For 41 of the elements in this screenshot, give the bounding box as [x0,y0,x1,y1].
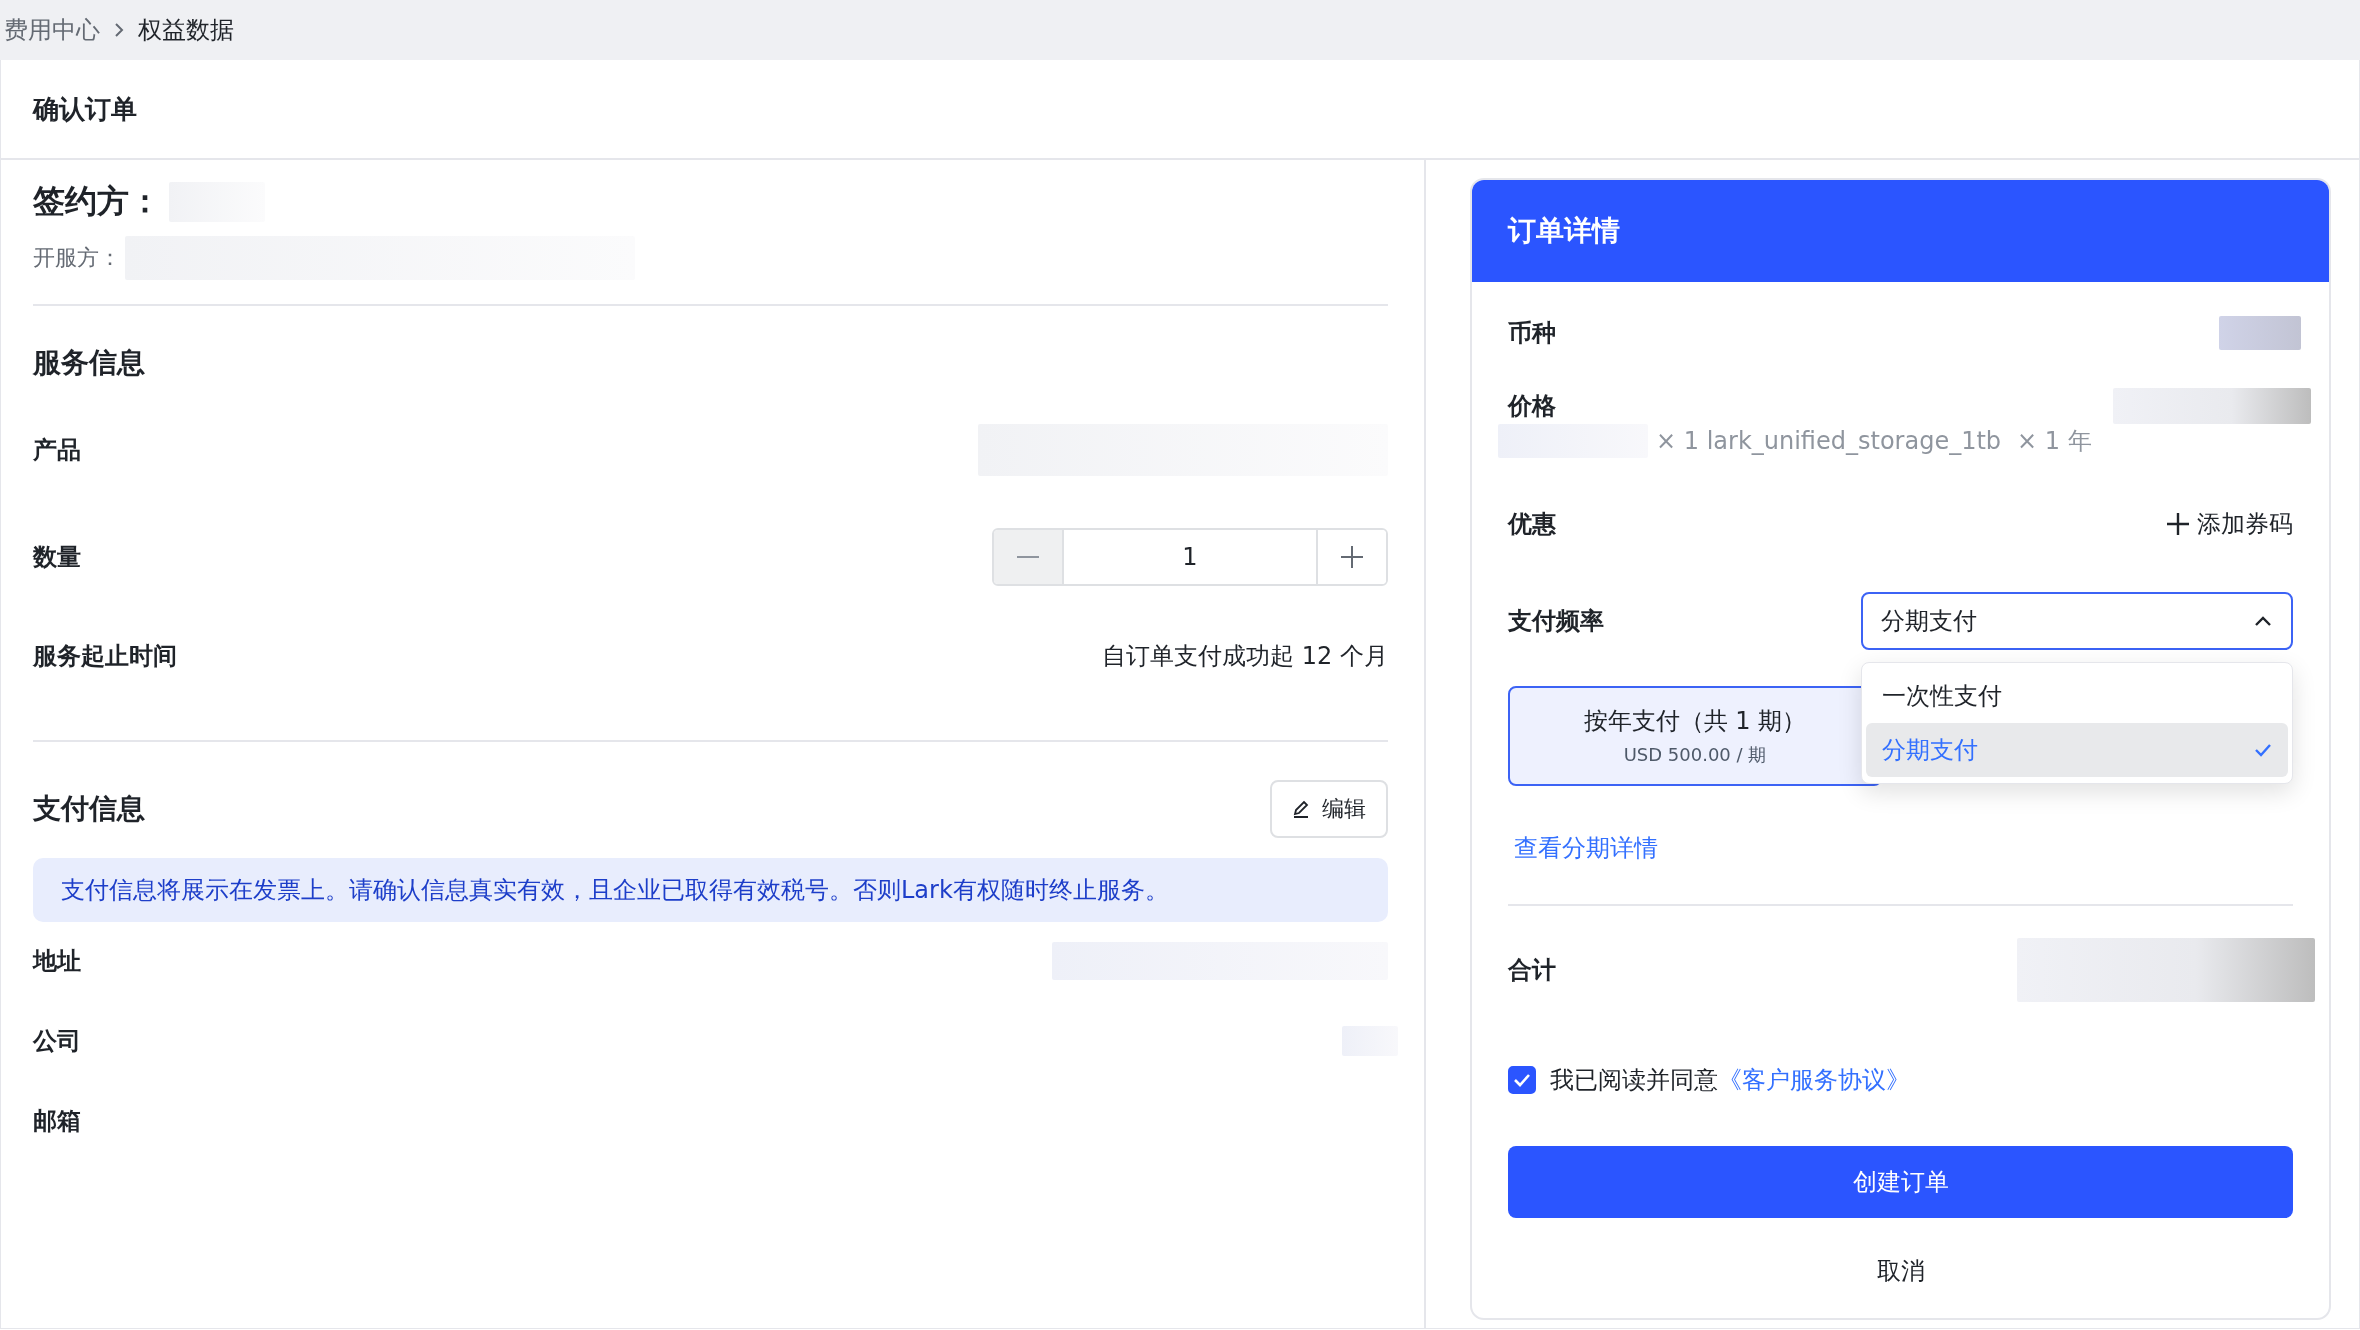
minus-icon [1017,555,1039,559]
provider-label: 开服方： [33,244,121,272]
section-title: 服务信息 [33,345,146,381]
chevron-icon [2253,615,2273,627]
breadcrumb-item[interactable]: 权益数据 [138,14,234,46]
field-label: 公司 [33,1026,81,1057]
card-title: 订单详情 [1508,213,1620,249]
section-title: 支付信息 [33,791,145,827]
info-notice: 支付信息将展示在发票上。请确认信息真实有效，且企业已取得有效税号。否则Lark有权随时终止服务。 [33,858,1388,922]
field-label: 优惠 [1508,509,1556,540]
page-title: 确认订单 [33,92,137,126]
plus-icon [1341,546,1363,568]
agreement-checkbox[interactable] [1508,1066,1536,1094]
field-label: 服务起止时间 [33,641,177,672]
checkmark-icon [2254,743,2272,757]
field-label: 地址 [33,946,81,977]
price-term: × 1 年 [2017,426,2092,457]
add-coupon-button[interactable]: 添加券码 [2167,508,2293,540]
create-order-button[interactable]: 创建订单 [1508,1146,2293,1218]
field-label: 支付频率 [1508,606,1604,637]
plus-icon [2167,513,2189,535]
service-agreement-link[interactable]: 《客户服务协议》 [1718,1064,1910,1096]
period-value: 自订单支付成功起 12 个月 [1102,641,1388,672]
agreement-text: 我已阅读并同意 [1550,1065,1718,1096]
quantity-stepper[interactable]: 1 [992,528,1388,586]
field-label: 邮箱 [33,1106,81,1137]
field-label: 产品 [33,435,81,466]
field-label: 数量 [33,542,81,573]
frequency-select[interactable]: 分期支付 [1861,592,2293,650]
field-label: 合计 [1508,955,1556,986]
field-label: 价格 [1508,391,1556,422]
checkmark-icon [1513,1073,1531,1087]
dropdown-option[interactable]: 分期支付 [1866,723,2288,777]
field-label: 币种 [1508,318,1556,349]
price-item: × 1 lark_unified_storage_1tb [1656,427,2002,455]
signatory-label: 签约方： [33,181,161,222]
cancel-button[interactable]: 取消 [1870,1254,1931,1288]
plus-button[interactable] [1316,530,1386,584]
breadcrumb-item[interactable]: 费用中心 [4,14,100,46]
installment-details-link[interactable]: 查看分期详情 [1514,834,1658,862]
edit-button[interactable]: 编辑 [1270,780,1388,838]
